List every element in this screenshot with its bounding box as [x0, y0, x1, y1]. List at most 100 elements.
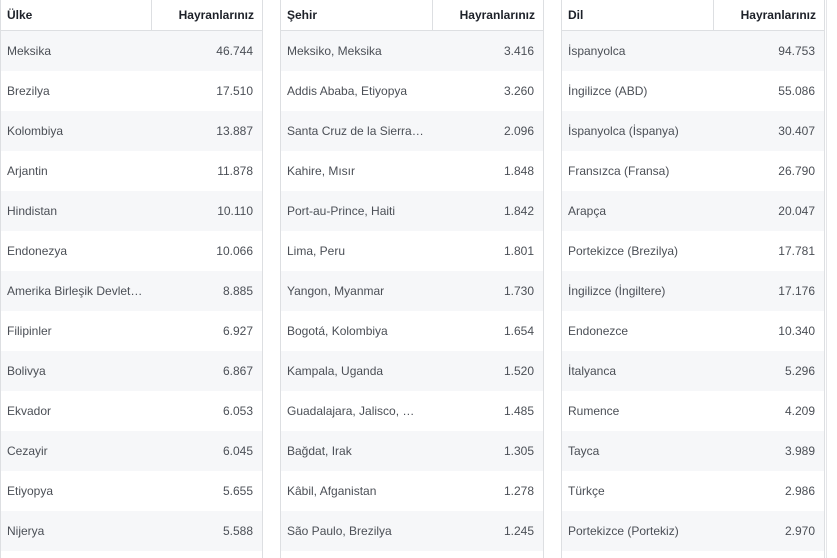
- row-label: Santa Cruz de la Sierra…: [287, 124, 424, 138]
- table-row: Lima, Peru 1.801: [281, 231, 543, 271]
- row-value: 1.305: [503, 444, 534, 458]
- row-label: Endonezya: [7, 244, 68, 258]
- row-value: 5.588: [222, 524, 253, 538]
- table-row: Tayca 3.989: [562, 431, 824, 471]
- row-label: İtalyanca: [568, 364, 617, 378]
- row-label: İspanyolca: [568, 44, 626, 58]
- language-table: Dil Hayranlarınız İspanyolca 94.753 İngili…: [561, 0, 825, 558]
- table-row: Port-au-Prince, Haiti 1.842: [281, 191, 543, 231]
- row-value: 3.260: [503, 84, 534, 98]
- row-value: 46.744: [216, 44, 253, 58]
- row-value: 1.278: [503, 484, 534, 498]
- row-label: Portekizce (Brezilya): [568, 244, 679, 258]
- row-label: Yangon, Myanmar: [287, 284, 385, 298]
- column-header-country[interactable]: Ülke: [1, 0, 152, 30]
- column-header-fans[interactable]: Hayranlarınız: [433, 0, 543, 30]
- column-header-fans[interactable]: Hayranlarınız: [152, 0, 262, 30]
- table-row: Bolivya 6.867: [1, 351, 262, 391]
- table-row: Kolombiya 13.887: [1, 111, 262, 151]
- row-label: İngilizce (ABD): [568, 84, 648, 98]
- row-value: 6.927: [222, 324, 253, 338]
- table-row: Rumence 4.209: [562, 391, 824, 431]
- row-label: Nijerya: [7, 524, 45, 538]
- table-row: Filipinler 6.927: [1, 311, 262, 351]
- row-value: 17.781: [778, 244, 815, 258]
- row-label: Amerika Birleşik Devlet…: [7, 284, 143, 298]
- row-label: Lima, Peru: [287, 244, 346, 258]
- row-label: Guadalajara, Jalisco, …: [287, 404, 415, 418]
- row-label: Portekizce (Portekiz): [568, 524, 679, 538]
- table-body: Meksiko, Meksika 3.416 Addis Ababa, Etiyop…: [281, 31, 543, 551]
- table-row: İspanyolca (İspanya) 30.407: [562, 111, 824, 151]
- row-label: Kahire, Mısır: [287, 164, 356, 178]
- table-row: Portekizce (Brezilya) 17.781: [562, 231, 824, 271]
- row-label: Port-au-Prince, Haiti: [287, 204, 396, 218]
- table-row: Türkçe 2.986: [562, 471, 824, 511]
- table-row: Santa Cruz de la Sierra… 2.096: [281, 111, 543, 151]
- row-label: Fransızca (Fransa): [568, 164, 670, 178]
- row-value: 2.096: [503, 124, 534, 138]
- table-row: Kâbil, Afganistan 1.278: [281, 471, 543, 511]
- table-row: Kampala, Uganda 1.520: [281, 351, 543, 391]
- table-row: Hindistan 10.110: [1, 191, 262, 231]
- table-row: Bağdat, Irak 1.305: [281, 431, 543, 471]
- row-value: 1.842: [503, 204, 534, 218]
- row-value: 5.655: [222, 484, 253, 498]
- row-value: 2.986: [784, 484, 815, 498]
- table-row: Arjantin 11.878: [1, 151, 262, 191]
- row-value: 10.340: [778, 324, 815, 338]
- table-row: Yangon, Myanmar 1.730: [281, 271, 543, 311]
- row-value: 10.066: [216, 244, 253, 258]
- row-value: 1.654: [503, 324, 534, 338]
- row-label: Kampala, Uganda: [287, 364, 384, 378]
- row-label: Kolombiya: [7, 124, 64, 138]
- table-row: İspanyolca 94.753: [562, 31, 824, 71]
- row-label: Hindistan: [7, 204, 58, 218]
- row-value: 1.801: [503, 244, 534, 258]
- table-header: Şehir Hayranlarınız: [281, 0, 543, 31]
- row-label: Meksiko, Meksika: [287, 44, 382, 58]
- row-value: 17.176: [778, 284, 815, 298]
- table-row: Brezilya 17.510: [1, 71, 262, 111]
- row-label: Ekvador: [7, 404, 52, 418]
- row-value: 4.209: [784, 404, 815, 418]
- column-header-fans[interactable]: Hayranlarınız: [714, 0, 824, 30]
- fan-demographics: Ülke Hayranlarınız Meksika 46.744 Brezilya…: [0, 0, 837, 558]
- row-value: 6.053: [222, 404, 253, 418]
- table-header: Dil Hayranlarınız: [562, 0, 824, 31]
- table-row: Nijerya 5.588: [1, 511, 262, 551]
- row-label: Arapça: [568, 204, 607, 218]
- table-row: Endonezce 10.340: [562, 311, 824, 351]
- row-value: 94.753: [778, 44, 815, 58]
- row-value: 26.790: [778, 164, 815, 178]
- row-value: 5.296: [784, 364, 815, 378]
- row-label: Filipinler: [7, 324, 52, 338]
- table-row: Meksiko, Meksika 3.416: [281, 31, 543, 71]
- row-label: Türkçe: [568, 484, 605, 498]
- table-row: São Paulo, Brezilya 1.245: [281, 511, 543, 551]
- row-value: 1.245: [503, 524, 534, 538]
- row-label: Addis Ababa, Etiyopya: [287, 84, 408, 98]
- row-label: Etiyopya: [7, 484, 54, 498]
- row-value: 13.887: [216, 124, 253, 138]
- table-row: İngilizce (ABD) 55.086: [562, 71, 824, 111]
- table-row: Ekvador 6.053: [1, 391, 262, 431]
- row-value: 1.848: [503, 164, 534, 178]
- column-header-language[interactable]: Dil: [562, 0, 714, 30]
- row-label: Kâbil, Afganistan: [287, 484, 377, 498]
- row-label: Arjantin: [7, 164, 48, 178]
- scrollbar-track[interactable]: [826, 0, 837, 558]
- table-row: Arapça 20.047: [562, 191, 824, 231]
- row-label: São Paulo, Brezilya: [287, 524, 392, 538]
- table-row: Amerika Birleşik Devlet… 8.885: [1, 271, 262, 311]
- table-row: İngilizce (İngiltere) 17.176: [562, 271, 824, 311]
- row-value: 1.520: [503, 364, 534, 378]
- table-row: Portekizce (Portekiz) 2.970: [562, 511, 824, 551]
- column-header-city[interactable]: Şehir: [281, 0, 433, 30]
- row-label: Brezilya: [7, 84, 50, 98]
- row-value: 20.047: [778, 204, 815, 218]
- row-label: Tayca: [568, 444, 600, 458]
- row-label: Rumence: [568, 404, 620, 418]
- row-value: 1.730: [503, 284, 534, 298]
- table-row: İtalyanca 5.296: [562, 351, 824, 391]
